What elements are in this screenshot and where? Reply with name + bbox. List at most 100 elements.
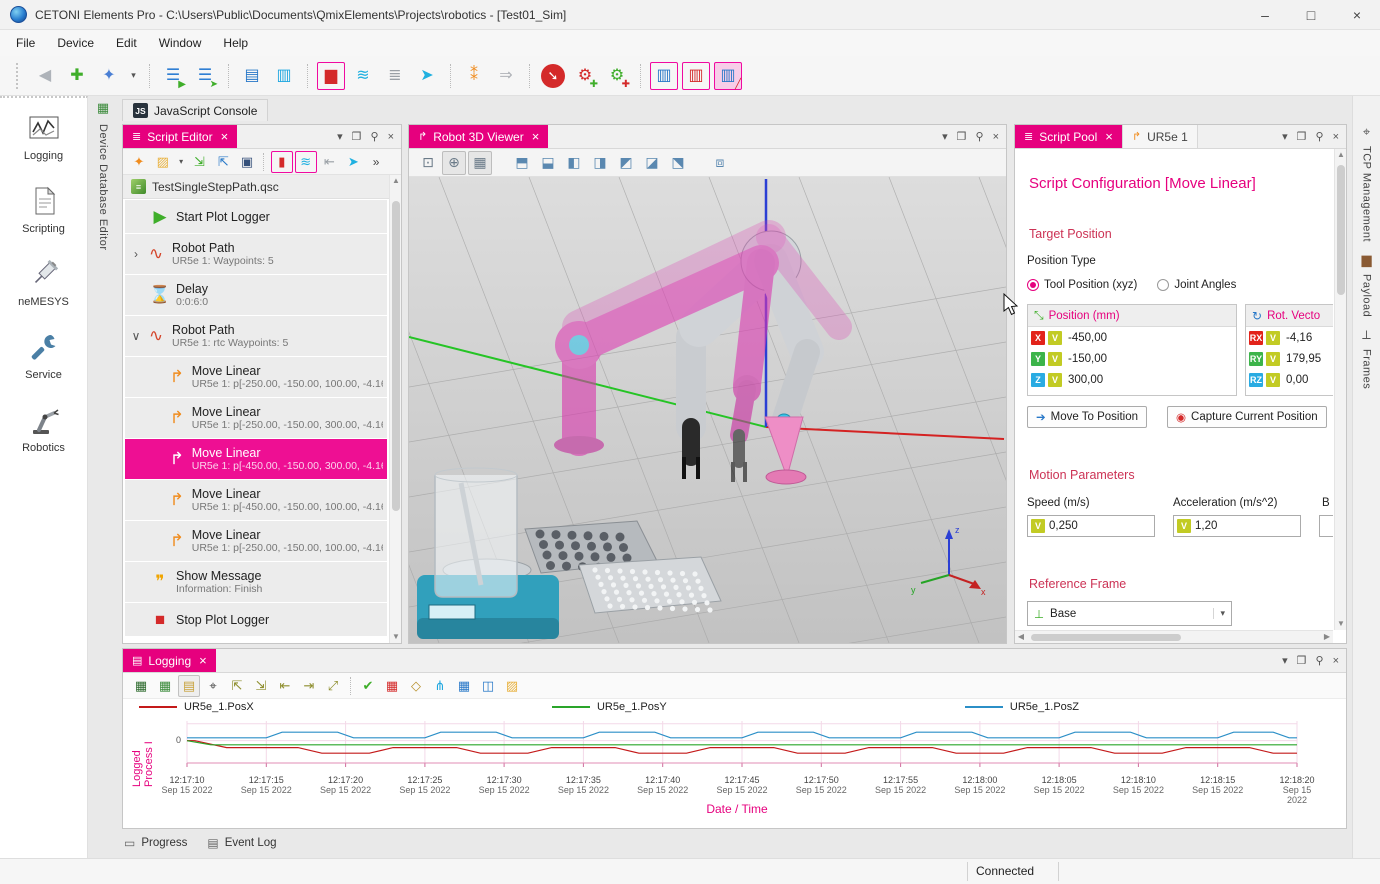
logging-plot[interactable]: 0 xyxy=(161,717,1313,773)
blend-input-clipped[interactable] xyxy=(1319,515,1333,537)
rotation-value-input[interactable]: 0,00 xyxy=(1283,374,1333,386)
view-left-icon[interactable]: ◧ xyxy=(562,151,586,175)
orbit-mode-icon[interactable]: ⊕ xyxy=(442,151,466,175)
clear-icon[interactable]: ◇ xyxy=(405,675,427,697)
zoom-x-icon[interactable]: ⇱ xyxy=(226,675,248,697)
acceleration-input[interactable]: V 1,20 xyxy=(1173,515,1301,537)
dosing-view-icon[interactable]: ▥ xyxy=(650,62,678,90)
move-to-position-button[interactable]: ➔ Move To Position xyxy=(1027,406,1147,428)
script-step-row[interactable]: ↱ Move Linear UR5e 1: p[-450.00, -150.00… xyxy=(125,439,387,479)
add-dosing-unit-icon[interactable]: ⚙ ✚ xyxy=(571,62,599,90)
dock-menu-icon[interactable]: ▾ xyxy=(942,130,948,143)
dock-pin-icon[interactable]: ⚲ xyxy=(976,130,984,143)
frames-tab[interactable]: ⟂ Frames xyxy=(1361,327,1373,389)
open-log-icon[interactable]: ▨ xyxy=(501,675,523,697)
export-plot-icon[interactable]: ▦ xyxy=(130,675,152,697)
position-value-input[interactable]: -450,00 xyxy=(1065,332,1233,344)
title-bar[interactable]: CETONI Elements Pro - C:\Users\Public\Do… xyxy=(0,0,1380,30)
tab-script-editor[interactable]: ≣ Script Editor × xyxy=(123,125,237,148)
value-type-button[interactable]: V xyxy=(1266,331,1280,345)
script-step-row[interactable]: ■ Stop Plot Logger xyxy=(125,603,387,636)
device-database-editor-tab[interactable]: ▦ Device Database Editor xyxy=(90,100,116,400)
split-view-icon[interactable]: ⋔ xyxy=(429,675,451,697)
script-step-row[interactable]: ↱ Move Linear UR5e 1: p[-250.00, -150.00… xyxy=(125,398,387,438)
run-script-icon[interactable]: ☰ ➤ xyxy=(191,62,219,90)
script-step-row[interactable]: ❞ Show Message Information: Finish xyxy=(125,562,387,602)
skip-back-icon[interactable]: ⇤ xyxy=(319,151,341,173)
script-pool-vertical-scrollbar[interactable]: ▲ ▼ xyxy=(1334,149,1346,630)
range-x-icon[interactable]: ⇤ xyxy=(274,675,296,697)
back-icon[interactable]: ◀ xyxy=(31,62,59,90)
tab-robot-3d-viewer[interactable]: ↱ Robot 3D Viewer × xyxy=(409,125,548,148)
tab-logging[interactable]: ▤ Logging × xyxy=(123,649,216,672)
show-cube-icon[interactable]: ⧈ xyxy=(708,151,732,175)
sidebar-item-robotics[interactable]: Robotics xyxy=(0,390,87,463)
tab-script-pool[interactable]: ≣ Script Pool × xyxy=(1015,125,1122,148)
menu-item[interactable]: Help xyxy=(213,32,258,54)
dock-close-icon[interactable]: × xyxy=(1333,131,1339,143)
save-log-icon[interactable]: ◫ xyxy=(477,675,499,697)
tab-close-icon[interactable]: × xyxy=(1105,129,1113,144)
import-steps-icon[interactable]: ⇲ xyxy=(189,151,211,173)
skip-step-icon[interactable]: ⇒ xyxy=(492,62,520,90)
apply-icon[interactable]: ✔ xyxy=(357,675,379,697)
favorites-caret-icon[interactable]: ▾ xyxy=(127,62,140,90)
step-plot-icon[interactable]: ➤ xyxy=(413,62,441,90)
tab-close-icon[interactable]: × xyxy=(221,129,229,144)
single-step-icon[interactable]: ⁑ xyxy=(460,62,488,90)
dock-float-icon[interactable]: ❐ xyxy=(352,130,362,143)
value-type-button[interactable]: V xyxy=(1048,352,1062,366)
radio-joint-angles[interactable]: Joint Angles xyxy=(1157,279,1236,291)
value-type-button[interactable]: V xyxy=(1031,519,1045,533)
open-caret-icon[interactable]: ▾ xyxy=(176,151,187,173)
menu-item[interactable]: Device xyxy=(47,32,104,54)
tab-ur5e-1[interactable]: ↱ UR5e 1 xyxy=(1122,125,1198,148)
dock-close-icon[interactable]: × xyxy=(993,131,999,143)
menu-item[interactable]: Edit xyxy=(106,32,147,54)
emergency-stop-icon[interactable]: ➘ xyxy=(541,64,565,88)
maximize-button[interactable]: □ xyxy=(1288,0,1334,30)
robot-3d-scene[interactable]: z x y xyxy=(409,177,1006,643)
dock-close-icon[interactable]: × xyxy=(388,131,394,143)
record-process-icon[interactable]: ▆ xyxy=(317,62,345,90)
script-editor-scrollbar[interactable]: ▲ ▼ xyxy=(389,175,401,643)
script-step-row[interactable]: ↱ Move Linear UR5e 1: p[-250.00, -150.00… xyxy=(125,357,387,397)
live-plot-icon[interactable]: ≋ xyxy=(349,62,377,90)
sidebar-item-scripting[interactable]: Scripting xyxy=(0,171,87,244)
dock-float-icon[interactable]: ❐ xyxy=(1297,130,1307,143)
view-back-icon[interactable]: ⬓ xyxy=(536,151,560,175)
dock-close-icon[interactable]: × xyxy=(1333,655,1339,667)
value-type-button[interactable]: V xyxy=(1048,373,1062,387)
expander-icon[interactable]: ∨ xyxy=(129,329,143,343)
position-value-input[interactable]: 300,00 xyxy=(1065,374,1233,386)
capture-current-position-button[interactable]: ◉ Capture Current Position xyxy=(1167,406,1327,428)
script-step-row[interactable]: ▶ Start Plot Logger xyxy=(125,200,387,233)
view-right-icon[interactable]: ◨ xyxy=(588,151,612,175)
dock-menu-icon[interactable]: ▾ xyxy=(1282,130,1288,143)
zoom-y-icon[interactable]: ⇲ xyxy=(250,675,272,697)
script-pool-horizontal-scrollbar[interactable]: ◀ ▶ xyxy=(1015,630,1333,643)
frame-select-icon[interactable]: ⊡ xyxy=(416,151,440,175)
script-step-row[interactable]: ∨ ∿ Robot Path UR5e 1: rtc Waypoints: 5 xyxy=(125,316,387,356)
plot-canvas[interactable] xyxy=(161,717,1313,773)
position-value-input[interactable]: -150,00 xyxy=(1065,353,1233,365)
save-script-icon[interactable]: ▣ xyxy=(236,151,258,173)
rotation-value-input[interactable]: 179,95 xyxy=(1283,353,1333,365)
export-steps-icon[interactable]: ⇱ xyxy=(212,151,234,173)
dock-menu-icon[interactable]: ▾ xyxy=(337,130,343,143)
rotation-value-input[interactable]: -4,16 xyxy=(1283,332,1333,344)
close-button[interactable]: × xyxy=(1334,0,1380,30)
javascript-console-tab[interactable]: JS JavaScript Console xyxy=(122,99,268,121)
valve-view-icon[interactable]: ▥ xyxy=(682,62,710,90)
radio-tool-position[interactable]: Tool Position (xyz) xyxy=(1027,279,1137,291)
run-selected-icon[interactable]: ➤ xyxy=(342,151,364,173)
remove-channel-icon[interactable]: ▦ xyxy=(381,675,403,697)
grid-toggle-icon[interactable]: ▦ xyxy=(468,151,492,175)
script-step-row[interactable]: ↱ Move Linear UR5e 1: p[-250.00, -150.00… xyxy=(125,521,387,561)
dock-pin-icon[interactable]: ⚲ xyxy=(1316,654,1324,667)
value-type-button[interactable]: V xyxy=(1048,331,1062,345)
script-file-header[interactable]: ≡ TestSingleStepPath.qsc xyxy=(123,175,389,199)
device-connect-icon[interactable]: ▥ xyxy=(270,62,298,90)
add-step-icon[interactable]: ✦ xyxy=(128,151,150,173)
view-front-icon[interactable]: ⬒ xyxy=(510,151,534,175)
